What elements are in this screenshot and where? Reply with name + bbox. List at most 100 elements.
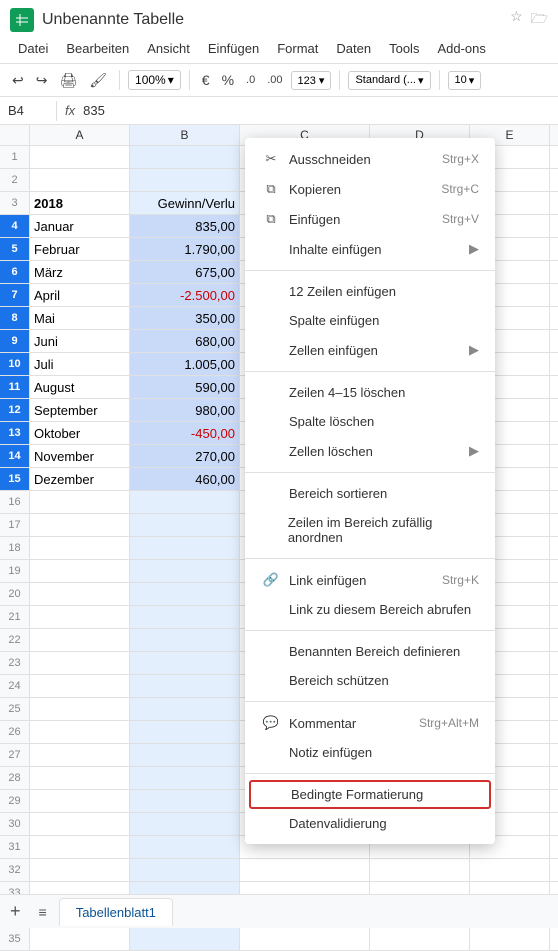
cell-b[interactable]: 980,00	[130, 399, 240, 421]
fontsize-dropdown[interactable]: 10 ▾	[448, 71, 482, 90]
cell-b[interactable]: 350,00	[130, 307, 240, 329]
cell-a[interactable]	[30, 514, 130, 536]
ctx-item-ausschneiden[interactable]: ✂AusschneidenStrg+X	[245, 144, 495, 174]
undo-button[interactable]: ↩	[8, 70, 28, 91]
cell-a[interactable]	[30, 652, 130, 674]
cell-b[interactable]: 675,00	[130, 261, 240, 283]
cell-a[interactable]	[30, 813, 130, 835]
cell-a[interactable]	[30, 560, 130, 582]
cell-a[interactable]: Mai	[30, 307, 130, 329]
cell-a[interactable]	[30, 859, 130, 881]
cell-b[interactable]: 680,00	[130, 330, 240, 352]
menu-einfuegen[interactable]: Einfügen	[200, 38, 267, 59]
print-button[interactable]: 🖨	[55, 70, 81, 91]
ctx-item-zeilen-einfuegen[interactable]: 12 Zeilen einfügen	[245, 277, 495, 306]
cell-b[interactable]: -2.500,00	[130, 284, 240, 306]
cell-b[interactable]	[130, 652, 240, 674]
cell-a[interactable]: Juni	[30, 330, 130, 352]
menu-addons[interactable]: Add-ons	[429, 38, 493, 59]
menu-format[interactable]: Format	[269, 38, 326, 59]
ctx-item-spalte-loeschen[interactable]: Spalte löschen	[245, 407, 495, 436]
cell-b[interactable]: 460,00	[130, 468, 240, 490]
cell-a[interactable]: April	[30, 284, 130, 306]
cell-b[interactable]	[130, 675, 240, 697]
paint-format-button[interactable]: 🖌	[85, 70, 111, 91]
menu-tools[interactable]: Tools	[381, 38, 427, 59]
cell-a[interactable]	[30, 169, 130, 191]
cell-b[interactable]: 1.790,00	[130, 238, 240, 260]
cell-b[interactable]	[130, 744, 240, 766]
ctx-item-zellen-einfuegen[interactable]: Zellen einfügen▶	[245, 335, 495, 365]
cell-a[interactable]	[30, 767, 130, 789]
menu-datei[interactable]: Datei	[10, 38, 56, 59]
decimal-decrease-button[interactable]: .0	[242, 72, 259, 88]
ctx-item-zellen-loeschen[interactable]: Zellen löschen▶	[245, 436, 495, 466]
cell-b[interactable]: -450,00	[130, 422, 240, 444]
folder-icon[interactable]: 🗁	[531, 8, 548, 32]
ctx-item-zeilen-anordnen[interactable]: Zeilen im Bereich zufällig anordnen	[245, 508, 495, 552]
ctx-item-zeilen-loeschen[interactable]: Zeilen 4–15 löschen	[245, 378, 495, 407]
ctx-item-bedingte-formatierung[interactable]: Bedingte Formatierung	[249, 780, 491, 809]
ctx-item-kommentar[interactable]: 💬KommentarStrg+Alt+M	[245, 708, 495, 738]
cell-a[interactable]	[30, 928, 130, 950]
cell-b[interactable]	[130, 790, 240, 812]
cell-a[interactable]	[30, 698, 130, 720]
cell-d[interactable]	[370, 859, 470, 881]
cell-b[interactable]: 270,00	[130, 445, 240, 467]
cell-b[interactable]	[130, 146, 240, 168]
sheet-menu-button[interactable]: ≡	[31, 904, 55, 920]
sheet-tab-1[interactable]: Tabellenblatt1	[59, 898, 173, 926]
cell-b[interactable]: 590,00	[130, 376, 240, 398]
currency-button[interactable]: €	[198, 70, 214, 90]
ctx-item-spalte-einfuegen[interactable]: Spalte einfügen	[245, 306, 495, 335]
cell-b[interactable]	[130, 491, 240, 513]
col-header-a[interactable]: A	[30, 125, 130, 145]
cell-a[interactable]	[30, 537, 130, 559]
cell-a[interactable]	[30, 790, 130, 812]
cell-b[interactable]	[130, 836, 240, 858]
cell-a[interactable]	[30, 629, 130, 651]
cell-a[interactable]	[30, 491, 130, 513]
add-sheet-button[interactable]: +	[0, 901, 31, 922]
font-dropdown[interactable]: Standard (... ▾	[348, 71, 430, 90]
cell-a[interactable]: Oktober	[30, 422, 130, 444]
cell-a[interactable]: Februar	[30, 238, 130, 260]
ctx-item-inhalte-einfuegen[interactable]: Inhalte einfügen▶	[245, 234, 495, 264]
cell-a[interactable]: Januar	[30, 215, 130, 237]
ctx-item-link-einfuegen[interactable]: 🔗Link einfügenStrg+K	[245, 565, 495, 595]
cell-c[interactable]	[240, 928, 370, 950]
cell-b[interactable]	[130, 583, 240, 605]
cell-b[interactable]	[130, 813, 240, 835]
cell-b[interactable]	[130, 721, 240, 743]
percent-button[interactable]: %	[218, 70, 238, 90]
ctx-item-datenvalidierung[interactable]: Datenvalidierung	[245, 809, 495, 838]
ctx-item-einfuegen[interactable]: ⧉EinfügenStrg+V	[245, 204, 495, 234]
cell-e[interactable]	[470, 928, 550, 950]
menu-daten[interactable]: Daten	[328, 38, 379, 59]
cell-b[interactable]: 835,00	[130, 215, 240, 237]
ctx-item-kopieren[interactable]: ⧉KopierenStrg+C	[245, 174, 495, 204]
cell-b[interactable]: Gewinn/Verlu	[130, 192, 240, 214]
cell-a[interactable]	[30, 721, 130, 743]
cell-d[interactable]	[370, 928, 470, 950]
cell-a[interactable]	[30, 146, 130, 168]
cell-b[interactable]	[130, 928, 240, 950]
cell-a[interactable]: März	[30, 261, 130, 283]
ctx-item-bereich-sortieren[interactable]: Bereich sortieren	[245, 479, 495, 508]
cell-e[interactable]	[470, 859, 550, 881]
cell-a[interactable]	[30, 744, 130, 766]
cell-b[interactable]	[130, 629, 240, 651]
ctx-item-bereich-definieren[interactable]: Benannten Bereich definieren	[245, 637, 495, 666]
cell-a[interactable]	[30, 606, 130, 628]
cell-a[interactable]	[30, 583, 130, 605]
cell-b[interactable]: 1.005,00	[130, 353, 240, 375]
cell-a[interactable]: Juli	[30, 353, 130, 375]
cell-reference[interactable]: B4	[8, 103, 48, 118]
cell-b[interactable]	[130, 859, 240, 881]
cell-b[interactable]	[130, 537, 240, 559]
cell-b[interactable]	[130, 560, 240, 582]
cell-a[interactable]	[30, 675, 130, 697]
cell-a[interactable]: Dezember	[30, 468, 130, 490]
cell-a[interactable]	[30, 836, 130, 858]
cell-b[interactable]	[130, 767, 240, 789]
